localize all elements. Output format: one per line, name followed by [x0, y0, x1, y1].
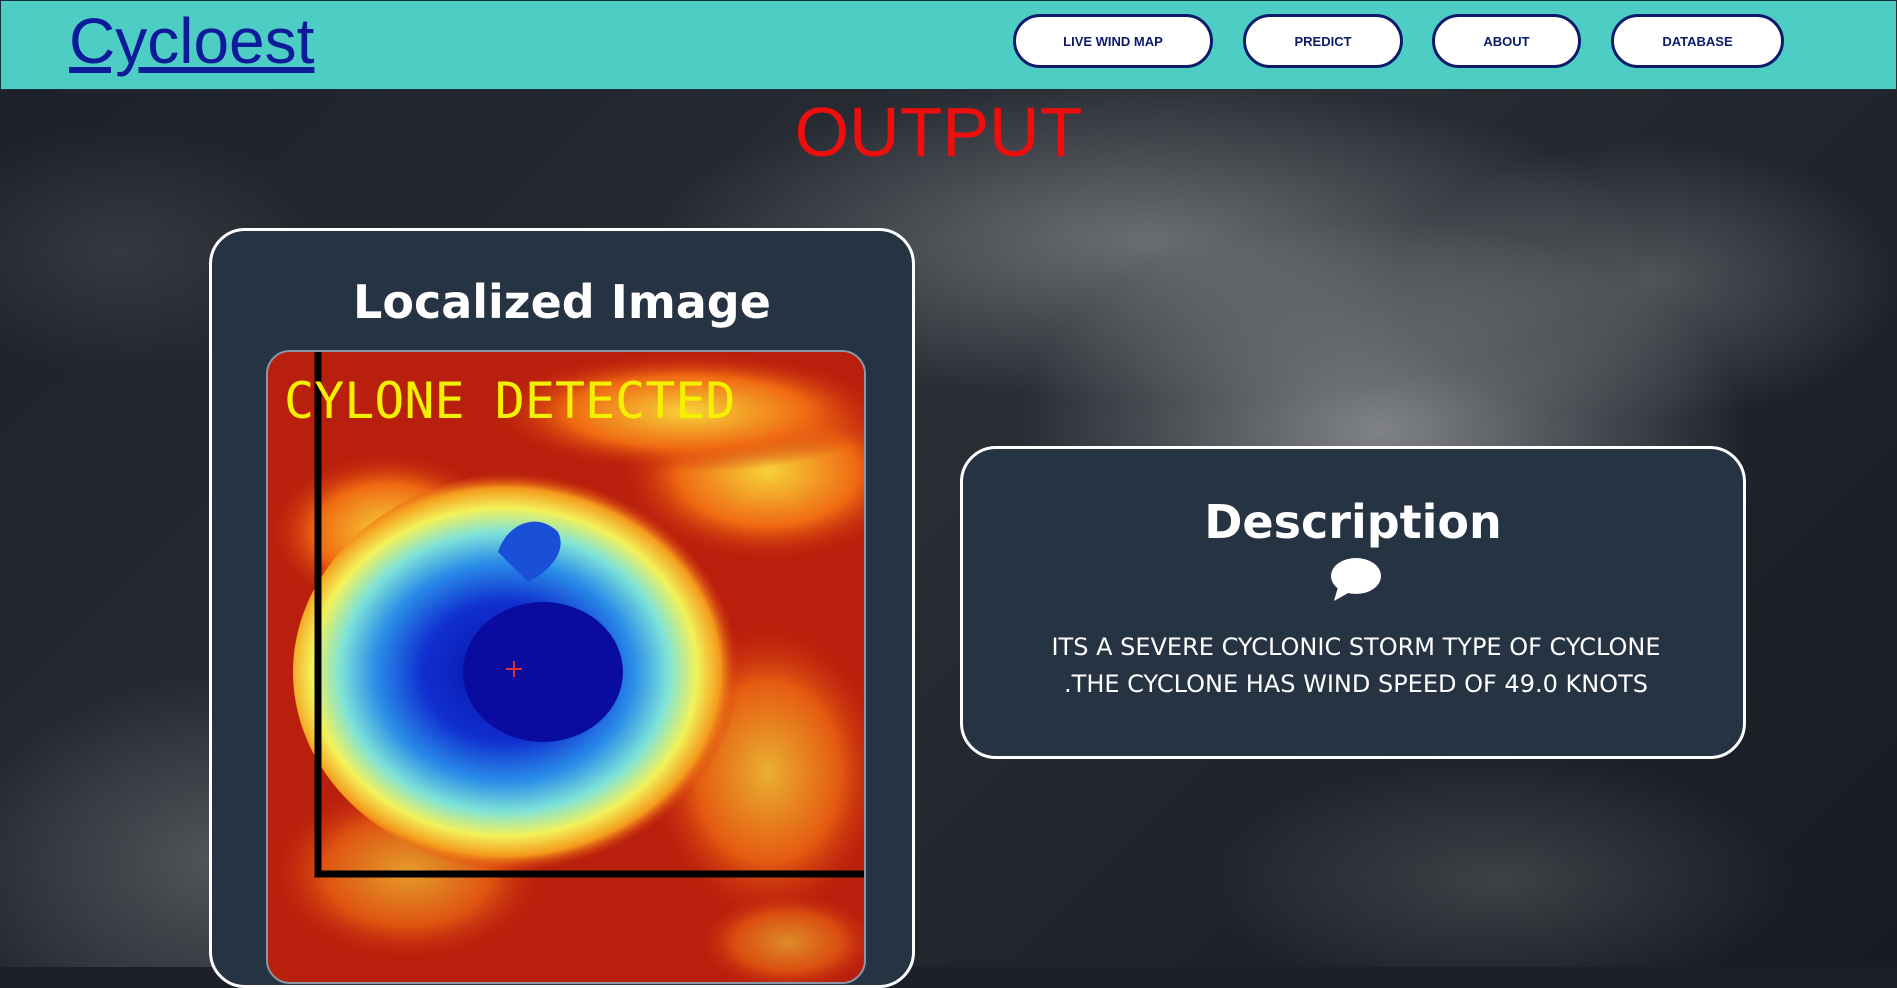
nav-live-wind-map-button[interactable]: LIVE WIND MAP [1013, 14, 1213, 68]
cyclone-detected-caption: CYLONE DETECTED [284, 372, 736, 430]
brand-logo-link[interactable]: Cycloest [69, 3, 314, 79]
localized-image-card: Localized Image CYLONE DETECTED [209, 228, 915, 988]
description-title: Description [1204, 495, 1502, 549]
page-heading: OUTPUT [794, 93, 1083, 171]
chat-bubble-icon [1331, 558, 1381, 601]
description-text: ITS A SEVERE CYCLONIC STORM TYPE OF CYCL… [1051, 633, 1661, 698]
nav-predict-button[interactable]: PREDICT [1243, 14, 1403, 68]
nav-database-button[interactable]: DATABASE [1611, 14, 1784, 68]
localized-image-title: Localized Image [353, 275, 771, 329]
nav-about-button[interactable]: ABOUT [1432, 14, 1581, 68]
localized-cyclone-image: CYLONE DETECTED [266, 350, 866, 984]
description-card: Description ITS A SEVERE CYCLONIC STORM … [960, 446, 1746, 759]
navbar: Cycloest LIVE WIND MAP PREDICT ABOUT DAT… [0, 0, 1897, 90]
